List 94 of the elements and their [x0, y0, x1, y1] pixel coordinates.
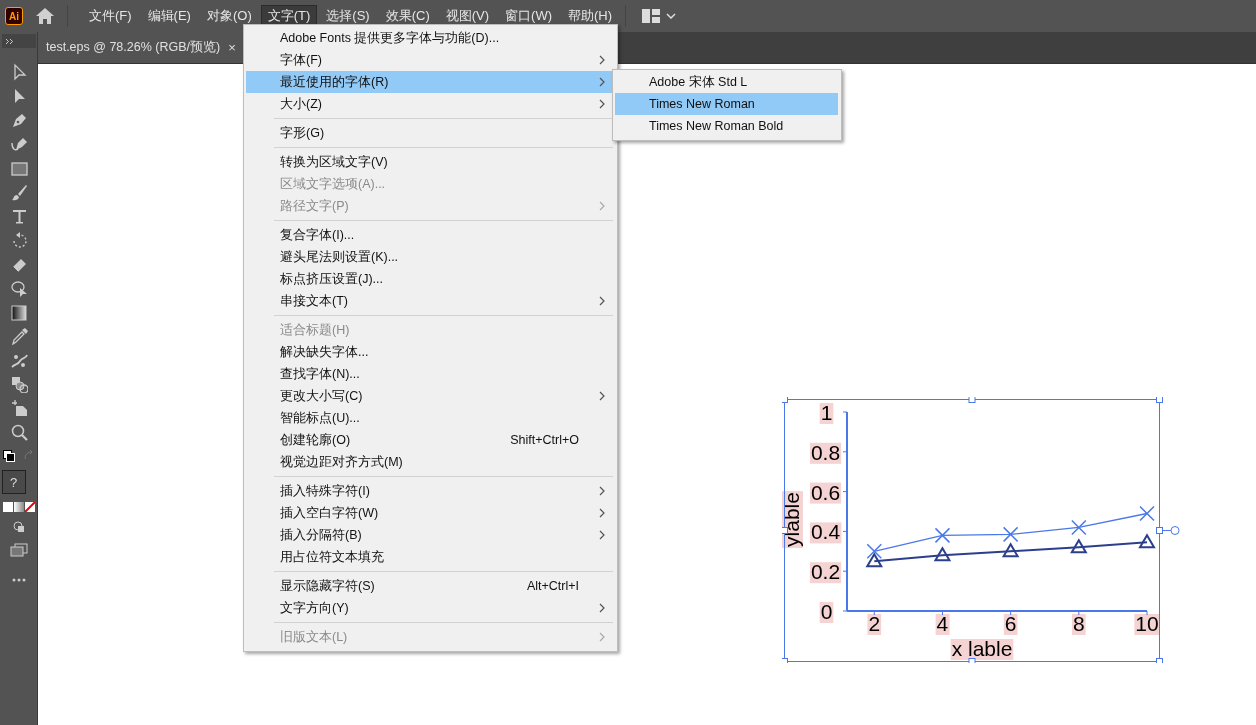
menu-item[interactable]: 解决缺失字体... — [246, 341, 615, 363]
menu-item[interactable]: 最近使用的字体(R) — [246, 71, 615, 93]
color-mode-icon[interactable] — [2, 502, 13, 512]
menu-item[interactable]: Times New Roman — [615, 93, 838, 115]
menu-item[interactable]: 创建轮廓(O) Shift+Ctrl+O — [246, 429, 615, 451]
tick-label: 4 — [935, 612, 950, 635]
menu-item[interactable]: 转换为区域文字(V) — [246, 151, 615, 173]
menu-item[interactable]: 避头尾法则设置(K)... — [246, 246, 615, 268]
chevron-right-icon — [599, 508, 605, 518]
tick-label: 0.6 — [809, 480, 842, 504]
menu-bar-item[interactable]: 文件(F) — [82, 5, 139, 27]
menu-item[interactable]: 智能标点(U)... — [246, 407, 615, 429]
tick-label: 0 — [819, 600, 834, 623]
menu-item[interactable]: 字形(G) — [246, 122, 615, 144]
menu-bar-item[interactable]: 视图(V) — [438, 5, 497, 27]
paintbrush-tool-icon[interactable] — [9, 183, 28, 201]
data-marker — [1138, 533, 1156, 549]
curvature-tool-icon[interactable] — [9, 135, 28, 153]
chevron-right-icon — [599, 296, 605, 306]
panel-grip[interactable] — [1, 34, 36, 48]
chevron-right-icon — [599, 486, 605, 496]
axis-label: x lable — [950, 637, 1014, 660]
tick-label: 2 — [867, 612, 882, 635]
data-marker — [933, 546, 952, 562]
data-marker — [934, 527, 951, 544]
selection-box[interactable] — [782, 397, 1180, 663]
menu-item[interactable]: 插入特殊字符(I) — [246, 480, 615, 502]
data-marker — [1070, 538, 1088, 554]
menu-bar-item[interactable]: 窗口(W) — [498, 5, 559, 27]
artboard-tool-icon[interactable] — [9, 399, 28, 417]
menu-item[interactable]: 文字方向(Y) — [246, 597, 615, 619]
shortcut-text: Shift+Ctrl+O — [510, 433, 579, 447]
chevron-right-icon — [599, 201, 605, 211]
shortcut-text: Alt+Ctrl+I — [526, 579, 579, 593]
menu-item[interactable]: Adobe 宋体 Std L — [615, 71, 838, 93]
zoom-tool-icon[interactable] — [9, 423, 28, 441]
chevron-down-icon[interactable] — [666, 13, 677, 19]
more-tools-icon[interactable] — [11, 578, 26, 582]
tick-label: 0.8 — [809, 440, 842, 464]
menu-item[interactable]: 插入空白字符(W) — [246, 502, 615, 524]
menu-item[interactable]: 显示隐藏字符(S) Alt+Ctrl+I — [246, 575, 615, 597]
data-marker — [1139, 505, 1155, 522]
menu-bar-item[interactable]: 选择(S) — [319, 5, 377, 27]
draw-mode-icon[interactable] — [11, 520, 26, 534]
shapes-icon[interactable] — [9, 375, 28, 393]
tick-label: 6 — [1003, 612, 1018, 635]
tick-label: 8 — [1071, 612, 1086, 635]
close-button[interactable]: × — [228, 40, 236, 55]
chevron-right-icon — [599, 632, 605, 642]
workspace-switcher-icon[interactable] — [642, 9, 661, 23]
menu-bar-item[interactable]: 编辑(E) — [140, 5, 198, 27]
collapse-panel-icon[interactable] — [4, 37, 15, 45]
menu-item[interactable]: 串接文本(T) — [246, 290, 615, 312]
eyedropper-tool-icon[interactable] — [9, 327, 28, 345]
menu-bar-item[interactable]: 效果(C) — [378, 5, 437, 27]
menu-item[interactable]: Times New Roman Bold — [615, 115, 838, 137]
fill-stroke-swatch[interactable]: ? — [1, 470, 26, 494]
menu-item[interactable]: 复合字体(I)... — [246, 224, 615, 246]
data-marker — [866, 543, 882, 560]
rectangle-tool-icon[interactable] — [9, 159, 28, 177]
data-marker — [1071, 519, 1087, 536]
menu-item[interactable]: 标点挤压设置(J)... — [246, 268, 615, 290]
menu-bar-item[interactable]: 文字(T) — [260, 5, 318, 27]
chevron-right-icon — [599, 530, 605, 540]
menu-bar-item[interactable]: 帮助(H) — [561, 5, 620, 27]
default-colors-icon[interactable] — [2, 450, 15, 462]
tick-label: 0.4 — [809, 520, 842, 544]
chevron-right-icon — [599, 603, 605, 613]
chevron-right-icon — [599, 99, 605, 109]
app-logo: Ai — [5, 7, 23, 25]
tick-label: 10 — [1134, 612, 1160, 635]
document-tab[interactable]: test.eps @ 78.26% (RGB/预览) × — [38, 32, 244, 63]
data-marker — [865, 552, 883, 568]
shape-builder-icon[interactable] — [9, 279, 28, 297]
chevron-right-icon — [599, 391, 605, 401]
menu-item[interactable]: 查找字体(N)... — [246, 363, 615, 385]
chevron-right-icon — [599, 55, 605, 65]
swap-colors-icon[interactable] — [22, 450, 35, 462]
tick-label: 0.2 — [809, 560, 842, 584]
chevron-right-icon — [599, 77, 605, 87]
data-marker — [1002, 526, 1019, 543]
menu-item[interactable]: 视觉边距对齐方式(M) — [246, 451, 615, 473]
menu-bar-item[interactable]: 对象(O) — [199, 5, 259, 27]
data-marker — [1001, 542, 1020, 558]
none-mode-icon[interactable] — [24, 502, 35, 512]
menu-item[interactable]: 用占位符文本填充 — [246, 546, 615, 568]
gradient-mode-icon[interactable] — [13, 502, 24, 512]
home-icon[interactable] — [35, 7, 55, 25]
gradient-tool-icon[interactable] — [9, 303, 28, 321]
tick-label: 1 — [819, 401, 834, 424]
screen-mode-icon[interactable] — [9, 543, 28, 557]
menu-item[interactable]: 插入分隔符(B) — [246, 524, 615, 546]
menu-item[interactable]: Adobe Fonts 提供更多字体与功能(D)... — [246, 27, 615, 49]
menu-item[interactable]: 更改大小写(C) — [246, 385, 615, 407]
